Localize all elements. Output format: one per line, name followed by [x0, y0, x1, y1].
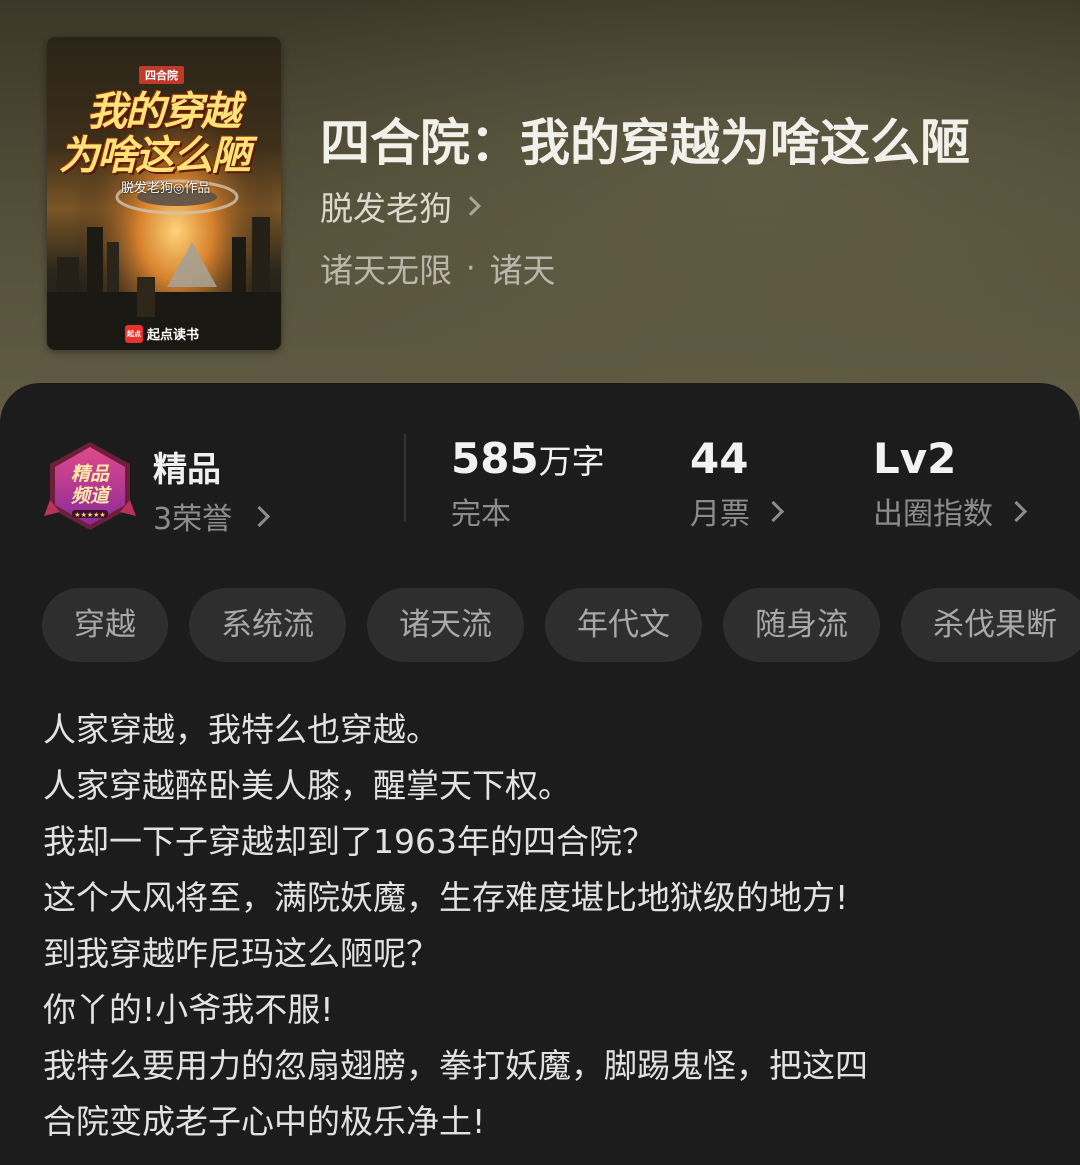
chevron-right-icon — [248, 505, 271, 527]
medal-line2: 频道 — [71, 485, 112, 507]
svg-text:★★★★★: ★★★★★ — [74, 511, 105, 519]
description-line: 我却一下子穿越却到了1963年的四合院？ — [43, 822, 655, 861]
tag-chip[interactable]: 穿越 — [42, 588, 168, 662]
chevron-right-icon — [461, 196, 481, 216]
premium-medal-icon[interactable]: 精品 频道 ★★★★★ — [44, 440, 136, 532]
medal-line1: 精品 — [71, 463, 110, 485]
chevron-right-icon — [1005, 500, 1028, 522]
honor-count: 3荣誉 — [153, 502, 233, 537]
book-title: 四合院：我的穿越为啥这么陋 — [320, 113, 970, 172]
word-count-value: 585 — [451, 434, 539, 483]
category-main: 诸天无限 — [320, 251, 452, 290]
category-separator: · — [466, 250, 476, 286]
book-category[interactable]: 诸天无限 · 诸天 — [320, 244, 556, 292]
cover-title-line2: 为啥这么陋 — [59, 132, 251, 179]
honor-title: 精品 — [153, 450, 221, 490]
book-detail-page: 四合院 我的穿越 为啥这么陋 脱发老狗◎作品 起点 起点读书 四合院：我的穿越为… — [0, 0, 1080, 1165]
monthly-votes-value: 44 — [690, 434, 749, 483]
author-name: 脱发老狗 — [320, 189, 452, 228]
breakout-index-value: Lv2 — [873, 434, 957, 483]
description-line: 到我穿越咋尼玛这么陋呢？ — [43, 934, 439, 973]
brand-logo-icon: 起点 — [125, 324, 143, 343]
breakout-index-label: 出圈指数 — [873, 497, 993, 532]
description-line: 这个大风将至，满院妖魔，生存难度堪比地狱级的地方! — [43, 878, 849, 917]
book-cover[interactable]: 四合院 我的穿越 为啥这么陋 脱发老狗◎作品 起点 起点读书 — [47, 37, 281, 350]
description-line: 你丫的!小爷我不服! — [43, 990, 334, 1029]
tag-list: 穿越 系统流 诸天流 年代文 随身流 杀伐果断 — [42, 588, 1080, 662]
cover-author: 脱发老狗◎作品 — [121, 181, 211, 196]
completion-status: 完本 — [451, 497, 511, 532]
stat-monthly-votes[interactable]: 44 月票 — [690, 434, 785, 533]
description-line: 合院变成老子心中的极乐净土! — [43, 1102, 486, 1141]
tag-chip[interactable]: 诸天流 — [367, 588, 524, 662]
description-line: 人家穿越醉卧美人膝，醒掌天下权。 — [43, 766, 571, 805]
author-link[interactable]: 脱发老狗 — [320, 182, 481, 230]
description-line: 人家穿越，我特么也穿越。 — [43, 710, 439, 749]
description-line: 我特么要用力的忽扇翅膀，拳打妖魔，脚踢鬼怪，把这四 — [43, 1046, 868, 1085]
cover-brand-label: 起点读书 — [147, 328, 200, 343]
category-sub: 诸天 — [489, 251, 556, 290]
book-description[interactable]: 人家穿越，我特么也穿越。 人家穿越醉卧美人膝，醒掌天下权。 我却一下子穿越却到了… — [43, 702, 1043, 1150]
stat-breakout-index[interactable]: Lv2 出圈指数 — [873, 434, 1028, 533]
monthly-votes-label: 月票 — [690, 497, 750, 532]
tag-chip[interactable]: 杀伐果断 — [901, 588, 1080, 662]
stats-divider — [404, 434, 406, 522]
tag-chip[interactable]: 随身流 — [723, 588, 880, 662]
stat-word-count: 585万字 完本 — [451, 434, 605, 533]
cover-brand: 起点 起点读书 — [125, 324, 199, 343]
tag-chip[interactable]: 年代文 — [545, 588, 702, 662]
word-count-unit: 万字 — [538, 442, 605, 481]
honor-link[interactable]: 3荣誉 — [153, 494, 271, 538]
chevron-right-icon — [762, 500, 785, 522]
tag-chip[interactable]: 系统流 — [189, 588, 346, 662]
